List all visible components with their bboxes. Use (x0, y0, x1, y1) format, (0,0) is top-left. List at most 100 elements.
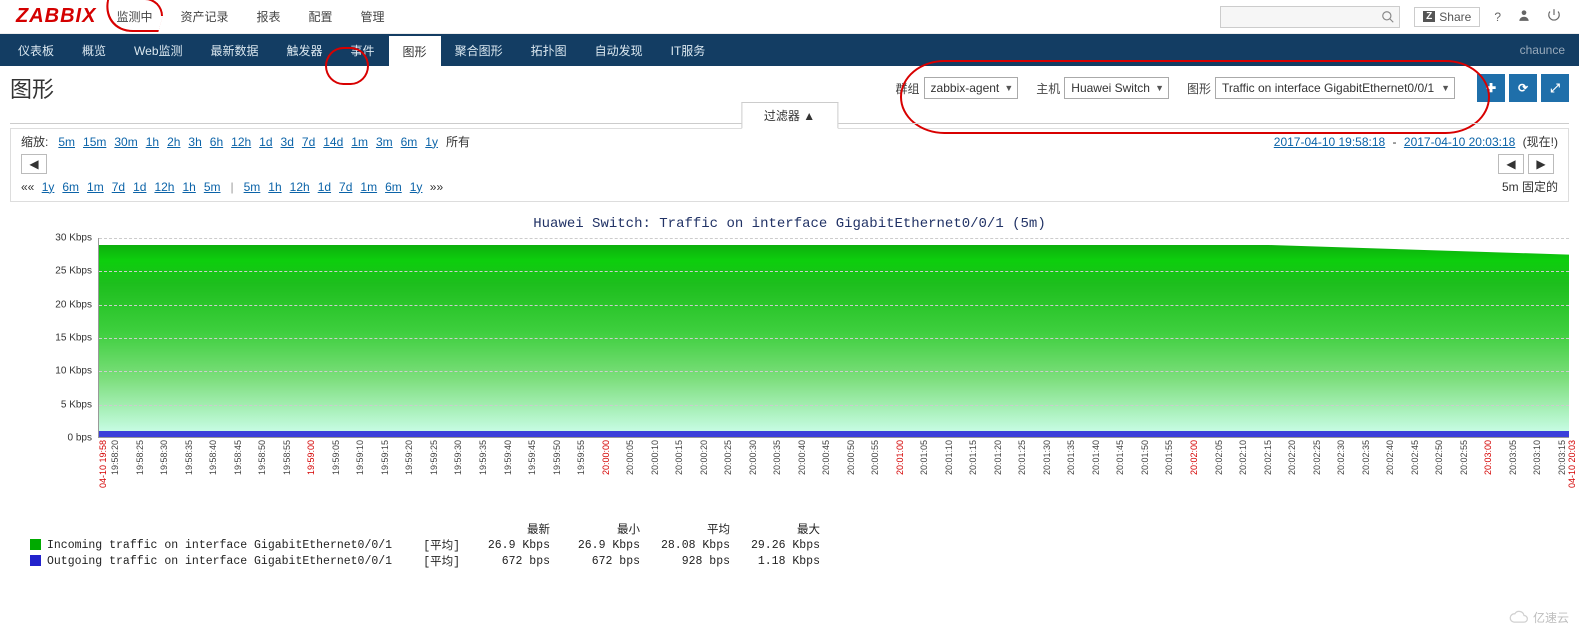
zoom-opt-12h[interactable]: 12h (231, 135, 251, 149)
ytick: 10 Kbps (55, 366, 92, 377)
search-input[interactable] (1220, 6, 1400, 28)
subnav-events[interactable]: 事件 (337, 34, 389, 66)
nav-prev-button[interactable]: ◀ (21, 154, 47, 174)
chart-plot[interactable] (98, 238, 1569, 438)
shift-back-1m[interactable]: 1m (87, 180, 104, 194)
subnav-screens[interactable]: 聚合图形 (441, 34, 517, 66)
zoom-opt-6m[interactable]: 6m (401, 135, 418, 149)
xtick: 20:03:05 (1508, 440, 1518, 475)
shift-fwd-suffix: »» (426, 180, 443, 194)
zoom-opt-1y[interactable]: 1y (425, 135, 438, 149)
subnav-latest[interactable]: 最新数据 (197, 34, 273, 66)
shift-fwd-6m[interactable]: 6m (385, 180, 402, 194)
zoom-opt-3m[interactable]: 3m (376, 135, 393, 149)
xtick: 20:02:10 (1238, 440, 1248, 475)
shift-fwd-12h[interactable]: 12h (290, 180, 310, 194)
xtick: 20:02:50 (1434, 440, 1444, 475)
shift-back-7d[interactable]: 7d (112, 180, 125, 194)
zoom-opt-2h[interactable]: 2h (167, 135, 180, 149)
shift-fwd-5m[interactable]: 5m (244, 180, 261, 194)
subnav-web[interactable]: Web监测 (120, 34, 196, 66)
shift-back-1h[interactable]: 1h (182, 180, 195, 194)
subnav-dashboard[interactable]: 仪表板 (4, 34, 68, 66)
xtick: 20:00:30 (748, 440, 758, 475)
shift-back-5m[interactable]: 5m (204, 180, 221, 194)
favorite-button[interactable]: ✚ (1477, 74, 1505, 102)
xtick: 20:00:25 (723, 440, 733, 475)
host-select[interactable]: Huawei Switch (1064, 77, 1169, 99)
xtick: 19:59:45 (527, 440, 537, 475)
xtick: 19:58:50 (257, 440, 267, 475)
nav-next-button[interactable]: ▶ (1528, 154, 1554, 174)
user-icon[interactable] (1517, 8, 1531, 25)
zoom-opt-14d[interactable]: 14d (323, 135, 343, 149)
topnav-admin[interactable]: 管理 (347, 0, 399, 34)
shift-back-12h[interactable]: 12h (154, 180, 174, 194)
xtick: 20:00:35 (772, 440, 782, 475)
xtick: 20:00:55 (870, 440, 880, 475)
zoom-all[interactable]: 所有 (446, 133, 470, 150)
footer-watermark: 亿速云 (1509, 609, 1569, 626)
subnav-discovery[interactable]: 自动发现 (581, 34, 657, 66)
subnav-graphs[interactable]: 图形 (389, 34, 441, 66)
xtick: 19:59:40 (503, 440, 513, 475)
subnav-itservices[interactable]: IT服务 (657, 34, 720, 66)
xtick: 20:02:25 (1312, 440, 1322, 475)
subnav-overview[interactable]: 概览 (68, 34, 120, 66)
fullscreen-button[interactable]: ⤢ (1541, 74, 1569, 102)
xtick: 20:02:45 (1410, 440, 1420, 475)
shift-back-6m[interactable]: 6m (62, 180, 79, 194)
xtick: 20:02:05 (1214, 440, 1224, 475)
share-button[interactable]: ZShare (1414, 7, 1480, 27)
xtick: 20:00:05 (625, 440, 635, 475)
legend-row: Incoming traffic on interface GigabitEth… (30, 537, 1569, 553)
zoom-opt-5m[interactable]: 5m (58, 135, 75, 149)
xtick: 20:01:35 (1066, 440, 1076, 475)
shift-fwd-1m[interactable]: 1m (360, 180, 377, 194)
topnav-config[interactable]: 配置 (295, 0, 347, 34)
xtick: 20:01:45 (1115, 440, 1125, 475)
xtick: 20:02:55 (1459, 440, 1469, 475)
xtick: 20:01:00 (895, 440, 905, 475)
shift-back-1d[interactable]: 1d (133, 180, 146, 194)
zoom-opt-15m[interactable]: 15m (83, 135, 106, 149)
chart-title: Huawei Switch: Traffic on interface Giga… (10, 216, 1569, 232)
nav-prev2-button[interactable]: ◀ (1498, 154, 1524, 174)
xtick: 19:58:30 (159, 440, 169, 475)
zoom-opt-30m[interactable]: 30m (114, 135, 137, 149)
search-icon (1381, 10, 1395, 24)
shift-back-1y[interactable]: 1y (42, 180, 55, 194)
zoom-opt-1m[interactable]: 1m (351, 135, 368, 149)
refresh-button[interactable]: ⟳ (1509, 74, 1537, 102)
topnav-inventory[interactable]: 资产记录 (166, 0, 242, 34)
zoom-opt-3d[interactable]: 3d (281, 135, 294, 149)
power-icon[interactable] (1547, 8, 1561, 25)
zoom-opt-3h[interactable]: 3h (188, 135, 201, 149)
topnav-monitoring[interactable]: 监测中 (102, 0, 166, 34)
shift-fwd-1y[interactable]: 1y (410, 180, 423, 194)
xtick: 19:59:25 (429, 440, 439, 475)
help-icon[interactable]: ? (1494, 10, 1501, 24)
zoom-opt-7d[interactable]: 7d (302, 135, 315, 149)
graph-select[interactable]: Traffic on interface GigabitEthernet0/0/… (1215, 77, 1455, 99)
xtick: 20:01:10 (944, 440, 954, 475)
topnav-reports[interactable]: 报表 (242, 0, 294, 34)
subnav-triggers[interactable]: 触发器 (273, 34, 337, 66)
zoom-opt-6h[interactable]: 6h (210, 135, 223, 149)
group-select[interactable]: zabbix-agent (924, 77, 1019, 99)
shift-fwd-7d[interactable]: 7d (339, 180, 352, 194)
time-from-link[interactable]: 2017-04-10 19:58:18 (1274, 135, 1385, 149)
series-incoming-area (99, 245, 1569, 437)
time-to-link[interactable]: 2017-04-10 20:03:18 (1404, 135, 1515, 149)
xtick: 20:00:15 (674, 440, 684, 475)
legend-row: Outgoing traffic on interface GigabitEth… (30, 553, 1569, 569)
shift-fwd-1h[interactable]: 1h (268, 180, 281, 194)
time-range-display: 2017-04-10 19:58:18 - 2017-04-10 20:03:1… (1270, 133, 1558, 150)
logo: ZABBIX (10, 5, 102, 28)
zoom-opt-1h[interactable]: 1h (146, 135, 159, 149)
xtick: 19:59:30 (453, 440, 463, 475)
shift-fwd-1d[interactable]: 1d (318, 180, 331, 194)
subnav-maps[interactable]: 拓扑图 (517, 34, 581, 66)
zoom-opt-1d[interactable]: 1d (259, 135, 272, 149)
filter-toggle[interactable]: 过滤器 ▲ (741, 102, 838, 129)
